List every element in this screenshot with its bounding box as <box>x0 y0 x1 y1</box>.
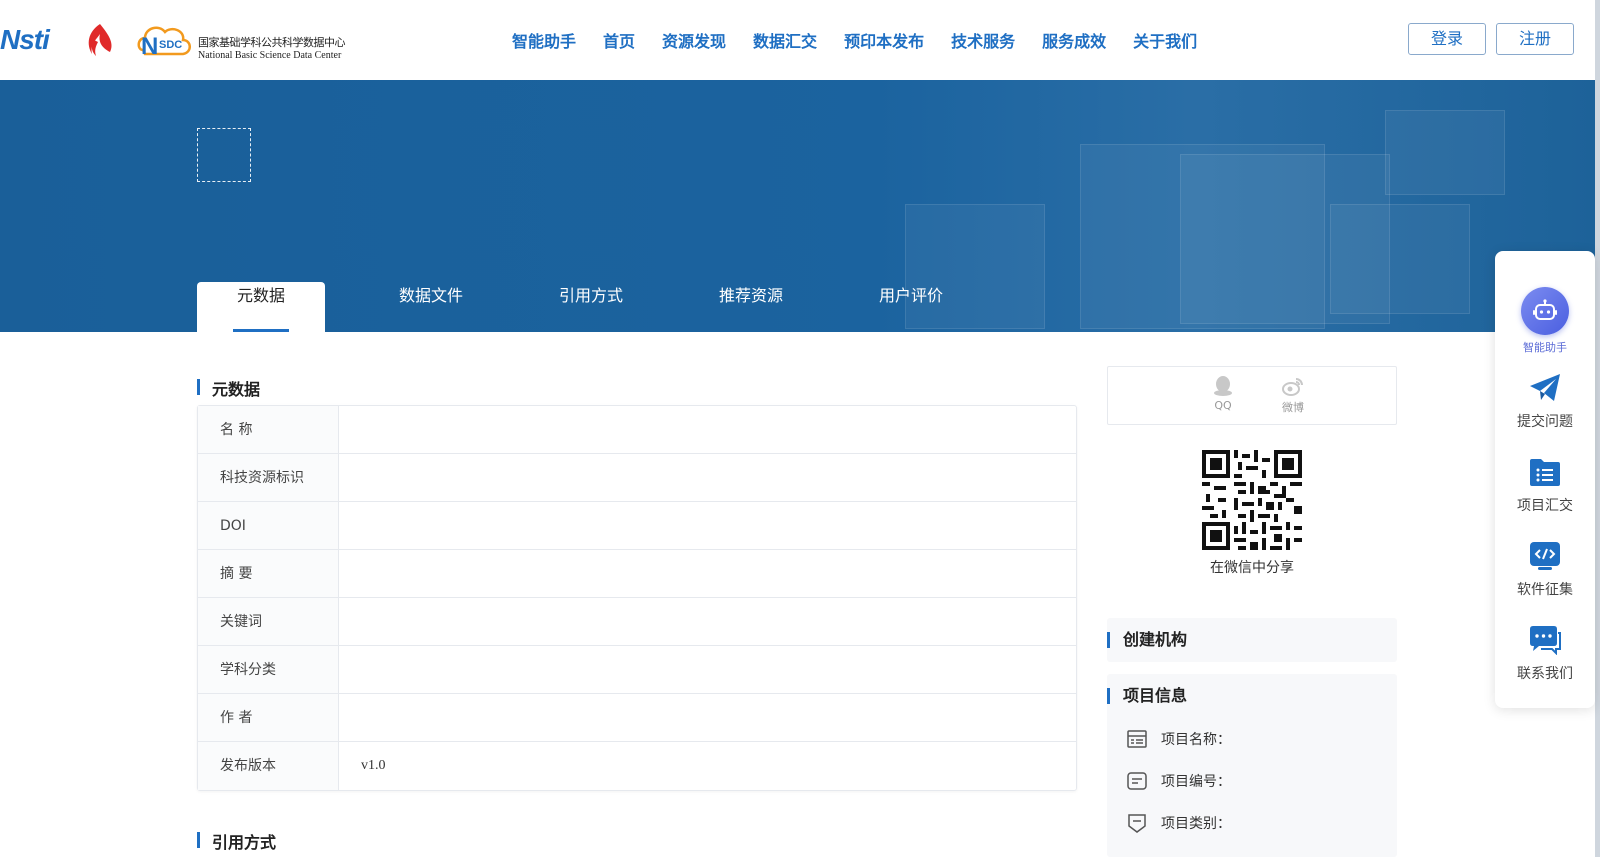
nsdc-name-en: National Basic Science Data Center <box>198 50 342 61</box>
meta-value-identifier <box>339 454 1076 501</box>
float-assistant-button[interactable]: 智能助手 <box>1495 287 1595 355</box>
metadata-section-title: 元数据 <box>197 376 260 400</box>
float-software-collect-button[interactable]: 软件征集 <box>1495 541 1595 599</box>
creator-card: 创建机构 <box>1107 618 1397 662</box>
wechat-qr-code <box>1202 450 1302 550</box>
project-number-label: 项目编号： <box>1161 774 1231 790</box>
float-contact-button[interactable]: 联系我们 <box>1495 625 1595 683</box>
creator-card-title: 创建机构 <box>1107 618 1397 662</box>
tab-metadata[interactable]: 元数据 <box>197 282 325 332</box>
detail-tabs: 元数据 数据文件 引用方式 推荐资源 用户评价 <box>197 282 991 332</box>
meta-key-subject: 学科分类 <box>198 646 339 693</box>
nav-preprint[interactable]: 预印本发布 <box>844 28 924 52</box>
weibo-icon <box>1282 378 1303 396</box>
float-assistant-label: 智能助手 <box>1523 341 1567 354</box>
paper-plane-icon <box>1530 374 1560 401</box>
nav-service-results[interactable]: 服务成效 <box>1042 28 1106 52</box>
citation-section-title: 引用方式 <box>197 829 276 853</box>
meta-value-authors <box>339 694 1076 741</box>
float-submit-question-button[interactable]: 提交问题 <box>1495 373 1595 431</box>
banner-decoration <box>1330 204 1470 314</box>
nsti-logo[interactable]: Nsti <box>0 24 50 56</box>
tab-data-files[interactable]: 数据文件 <box>351 282 511 332</box>
table-row: DOI <box>198 502 1076 550</box>
table-row: 摘 要 <box>198 550 1076 598</box>
meta-key-version: 发布版本 <box>198 742 339 790</box>
svg-text:SDC: SDC <box>159 39 182 51</box>
site-header: Nsti N SDC 国家基础学科公共科学数据中心 National Basic… <box>0 0 1595 80</box>
float-project-submit-button[interactable]: 项目汇交 <box>1495 457 1595 515</box>
page-scrollbar[interactable] <box>1595 0 1600 857</box>
nav-tech-service[interactable]: 技术服务 <box>951 28 1015 52</box>
float-submit-question-label: 提交问题 <box>1517 414 1573 430</box>
meta-key-identifier: 科技资源标识 <box>198 454 339 501</box>
float-project-submit-label: 项目汇交 <box>1517 498 1573 514</box>
table-row: 科技资源标识 <box>198 454 1076 502</box>
banner-decoration <box>1385 110 1505 195</box>
share-qq-button[interactable]: QQ <box>1203 375 1243 412</box>
nsdc-logo-text: 国家基础学科公共科学数据中心 National Basic Science Da… <box>198 34 346 61</box>
nsdc-logo-icon[interactable]: N SDC <box>135 20 195 60</box>
code-icon <box>1530 542 1560 570</box>
dataset-image-placeholder <box>197 128 251 182</box>
meta-key-doi: DOI <box>198 502 339 549</box>
table-row: 发布版本 v1.0 <box>198 742 1076 790</box>
meta-value-subject <box>339 646 1076 693</box>
meta-value-keywords <box>339 598 1076 645</box>
project-card-title: 项目信息 <box>1107 674 1397 718</box>
float-software-collect-label: 软件征集 <box>1517 582 1573 598</box>
qq-label: QQ <box>1214 399 1232 412</box>
svg-text:N: N <box>141 33 158 60</box>
project-category-item: 项目类别： <box>1107 802 1397 844</box>
nav-about[interactable]: 关于我们 <box>1133 28 1197 52</box>
share-box: QQ 微博 <box>1107 366 1397 425</box>
nav-resource-discovery[interactable]: 资源发现 <box>662 28 726 52</box>
folder-list-icon <box>1530 459 1560 486</box>
table-row: 关键词 <box>198 598 1076 646</box>
meta-value-doi <box>339 502 1076 549</box>
qq-icon <box>1214 376 1232 396</box>
login-button[interactable]: 登录 <box>1408 23 1486 55</box>
meta-value-name <box>339 406 1076 453</box>
table-row: 作 者 <box>198 694 1076 742</box>
project-name-label: 项目名称： <box>1161 732 1231 748</box>
meta-key-keywords: 关键词 <box>198 598 339 645</box>
flame-logo-icon[interactable] <box>80 22 120 58</box>
metadata-table: 名 称 科技资源标识 DOI 摘 要 关键词 学科分类 作 者 发布版本 v1.… <box>197 405 1077 791</box>
nav-data-submission[interactable]: 数据汇交 <box>753 28 817 52</box>
meta-value-version: v1.0 <box>361 758 386 773</box>
nav-home[interactable]: 首页 <box>603 28 635 52</box>
hero-banner: 元数据 数据文件 引用方式 推荐资源 用户评价 <box>0 80 1595 332</box>
meta-key-name: 名 称 <box>198 406 339 453</box>
main-nav: 智能助手 首页 资源发现 数据汇交 预印本发布 技术服务 服务成效 关于我们 <box>512 28 1224 52</box>
floating-toolbar: 智能助手 提交问题 项目汇交 软件征集 联系我们 <box>1495 251 1595 708</box>
project-number-item: 项目编号： <box>1107 760 1397 802</box>
project-card: 项目信息 项目名称： 项目编号： 项目类别： <box>1107 674 1397 857</box>
table-row: 名 称 <box>198 406 1076 454</box>
float-contact-label: 联系我们 <box>1517 666 1573 682</box>
project-name-item: 项目名称： <box>1107 718 1397 760</box>
robot-icon <box>1521 287 1569 335</box>
shield-tag-icon <box>1128 814 1146 833</box>
wechat-share-caption: 在微信中分享 <box>1210 560 1294 576</box>
meta-key-abstract: 摘 要 <box>198 550 339 597</box>
tab-reviews[interactable]: 用户评价 <box>831 282 991 332</box>
table-row: 学科分类 <box>198 646 1076 694</box>
meta-key-authors: 作 者 <box>198 694 339 741</box>
project-category-label: 项目类别： <box>1161 816 1231 832</box>
weibo-label: 微博 <box>1282 401 1304 414</box>
register-button[interactable]: 注册 <box>1496 23 1574 55</box>
doc-lines-icon <box>1127 772 1147 790</box>
meta-value-abstract <box>339 550 1076 597</box>
nsdc-name-cn: 国家基础学科公共科学数据中心 <box>198 36 346 49</box>
tab-citation[interactable]: 引用方式 <box>511 282 671 332</box>
nav-assistant[interactable]: 智能助手 <box>512 28 576 52</box>
chat-icon <box>1530 626 1561 656</box>
tab-recommended[interactable]: 推荐资源 <box>671 282 831 332</box>
share-weibo-button[interactable]: 微博 <box>1273 375 1313 415</box>
list-card-icon <box>1127 730 1147 748</box>
